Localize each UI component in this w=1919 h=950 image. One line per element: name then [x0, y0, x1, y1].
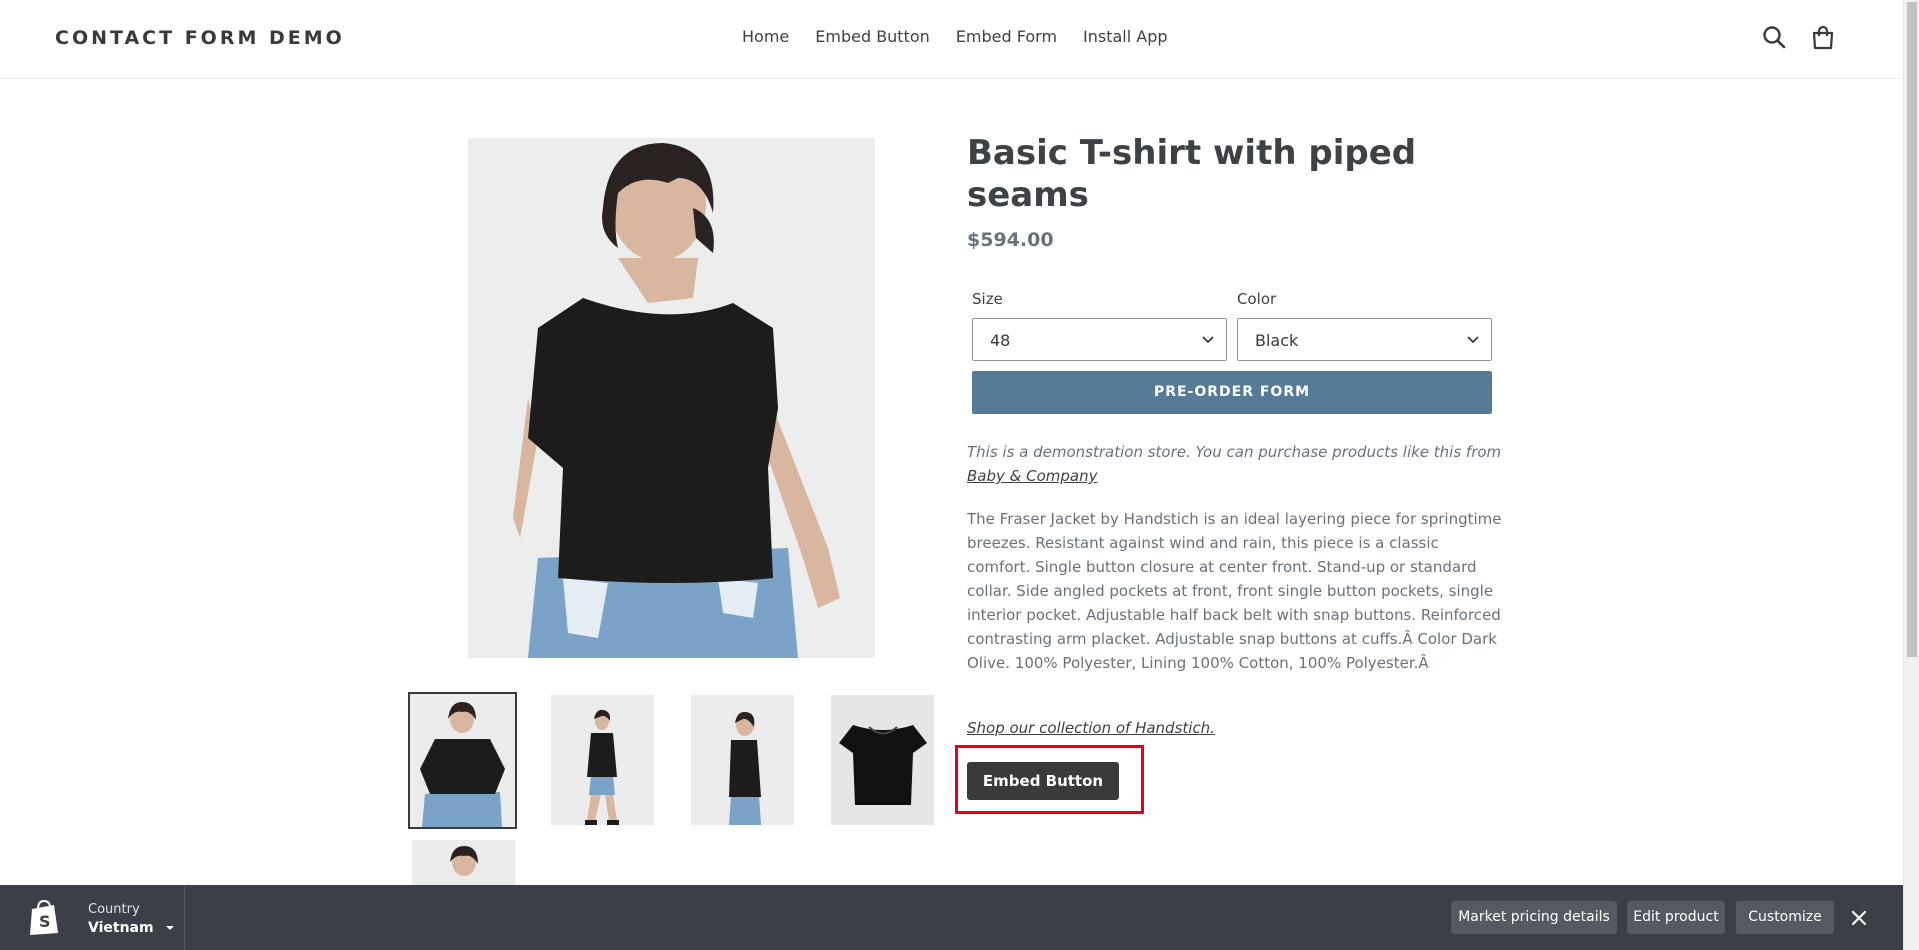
chevron-down-icon [1467, 336, 1479, 344]
shopify-admin-bar: S Country Vietnam Market pricing details… [0, 885, 1903, 950]
size-select[interactable]: 48 [972, 318, 1227, 361]
site-header: CONTACT FORM DEMO Home Embed Button Embe… [0, 0, 1903, 79]
product-price: $594.00 [967, 229, 1054, 251]
demo-store-link[interactable]: Baby & Company [967, 467, 1097, 485]
product-thumbnail-4[interactable] [831, 695, 934, 825]
preorder-form-button[interactable]: PRE-ORDER FORM [972, 371, 1492, 414]
country-selector[interactable]: Country Vietnam [88, 902, 175, 936]
shopify-logo-icon: S [26, 899, 62, 937]
market-pricing-button[interactable]: Market pricing details [1451, 901, 1617, 934]
search-icon[interactable] [1761, 24, 1789, 52]
customize-button[interactable]: Customize [1736, 901, 1834, 934]
scrollbar-thumb[interactable] [1907, 2, 1917, 657]
store-logo[interactable]: CONTACT FORM DEMO [55, 27, 345, 49]
close-icon[interactable] [1849, 908, 1869, 928]
nav-embed-form[interactable]: Embed Form [956, 27, 1057, 46]
page-scrollbar[interactable] [1903, 0, 1919, 950]
product-title: Basic T-shirt with piped seams [967, 133, 1417, 215]
nav-embed-button[interactable]: Embed Button [815, 27, 930, 46]
country-value[interactable]: Vietnam [88, 920, 154, 936]
product-thumbnail-1[interactable] [408, 692, 517, 829]
demo-note: This is a demonstration store. You can p… [967, 440, 1502, 488]
caret-down-icon [165, 926, 174, 930]
cart-icon[interactable] [1809, 24, 1837, 52]
size-select-value: 48 [990, 331, 1011, 350]
svg-text:S: S [39, 912, 51, 931]
product-thumbnail-2[interactable] [551, 695, 654, 825]
main-nav: Home Embed Button Embed Form Install App [742, 27, 1194, 46]
country-label: Country [88, 902, 140, 917]
edit-product-button[interactable]: Edit product [1627, 901, 1725, 934]
embed-button[interactable]: Embed Button [967, 762, 1119, 800]
color-select[interactable]: Black [1237, 318, 1492, 361]
product-description: The Fraser Jacket by Handstich is an ide… [967, 510, 1502, 672]
shop-collection-link[interactable]: Shop our collection of Handstich. [967, 719, 1215, 737]
nav-home[interactable]: Home [742, 27, 789, 46]
nav-install-app[interactable]: Install App [1083, 27, 1168, 46]
chevron-down-icon [1202, 336, 1214, 344]
color-label: Color [1237, 290, 1277, 308]
admin-bar-divider [184, 885, 185, 950]
product-thumbnail-3[interactable] [691, 695, 794, 825]
size-label: Size [972, 290, 1003, 308]
color-select-value: Black [1255, 331, 1299, 350]
demo-note-text: This is a demonstration store. You can p… [967, 443, 1502, 461]
product-main-image[interactable] [468, 138, 875, 658]
